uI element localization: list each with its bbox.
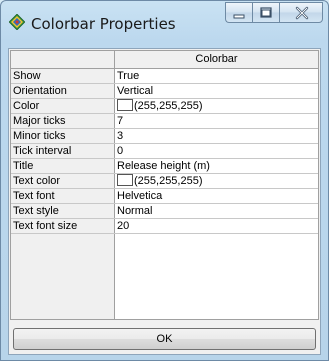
property-value[interactable]: Normal: [117, 204, 152, 218]
title-bar[interactable]: Colorbar Properties: [1, 1, 328, 41]
color-swatch[interactable]: [117, 99, 133, 111]
property-row-major-ticks[interactable]: Major ticks 7: [11, 114, 318, 129]
diamond-app-icon: [8, 13, 26, 31]
property-value[interactable]: Release height (m): [117, 159, 210, 173]
property-value[interactable]: 3: [117, 129, 123, 143]
property-value[interactable]: 20: [117, 219, 129, 233]
property-value[interactable]: Helvetica: [117, 189, 162, 203]
caption-buttons: [225, 2, 323, 24]
property-label: Orientation: [11, 84, 115, 98]
property-value-color[interactable]: (255,255,255): [117, 99, 203, 113]
text-color-value-text: (255,255,255): [134, 175, 203, 187]
property-label: Text font: [11, 189, 115, 203]
property-label: Major ticks: [11, 114, 115, 128]
property-row-text-style[interactable]: Text style Normal: [11, 204, 318, 219]
property-value-text-color[interactable]: (255,255,255): [117, 174, 203, 188]
property-value[interactable]: Vertical: [117, 84, 153, 98]
property-row-color[interactable]: Color (255,255,255): [11, 99, 318, 114]
property-grid: Colorbar Show True Orientation Vertical …: [10, 50, 319, 320]
property-label: Title: [11, 159, 115, 173]
property-row-tick-interval[interactable]: Tick interval 0: [11, 144, 318, 159]
property-label: Text color: [11, 174, 115, 188]
column-header-colorbar: Colorbar: [195, 53, 238, 65]
dialog-client-area: Colorbar Show True Orientation Vertical …: [8, 48, 321, 355]
property-row-minor-ticks[interactable]: Minor ticks 3: [11, 129, 318, 144]
property-value[interactable]: True: [117, 69, 139, 83]
property-label: Color: [11, 99, 115, 113]
property-row-title[interactable]: Title Release height (m): [11, 159, 318, 174]
property-value[interactable]: 7: [117, 114, 123, 128]
property-row-text-font[interactable]: Text font Helvetica: [11, 189, 318, 204]
property-row-text-color[interactable]: Text color (255,255,255): [11, 174, 318, 189]
minimize-button[interactable]: [225, 2, 252, 23]
property-label: Minor ticks: [11, 129, 115, 143]
property-row-show[interactable]: Show True: [11, 69, 318, 84]
property-label: Text font size: [11, 219, 115, 233]
property-row-orientation[interactable]: Orientation Vertical: [11, 84, 318, 99]
ok-button[interactable]: OK: [13, 328, 316, 350]
close-button[interactable]: [279, 2, 323, 23]
color-value-text: (255,255,255): [134, 100, 203, 112]
color-swatch[interactable]: [117, 174, 133, 186]
grid-empty-label-column: [11, 234, 115, 319]
property-value[interactable]: 0: [117, 144, 123, 158]
property-label: Text style: [11, 204, 115, 218]
window-title: Colorbar Properties: [31, 15, 176, 33]
colorbar-properties-dialog: Colorbar Properties Colorbar Show True O…: [0, 0, 329, 361]
property-row-text-font-size[interactable]: Text font size 20: [11, 219, 318, 234]
property-label: Tick interval: [11, 144, 115, 158]
grid-header-corner: [11, 51, 115, 68]
property-label: Show: [11, 69, 115, 83]
maximize-button[interactable]: [252, 2, 279, 23]
grid-header: Colorbar: [11, 51, 318, 69]
